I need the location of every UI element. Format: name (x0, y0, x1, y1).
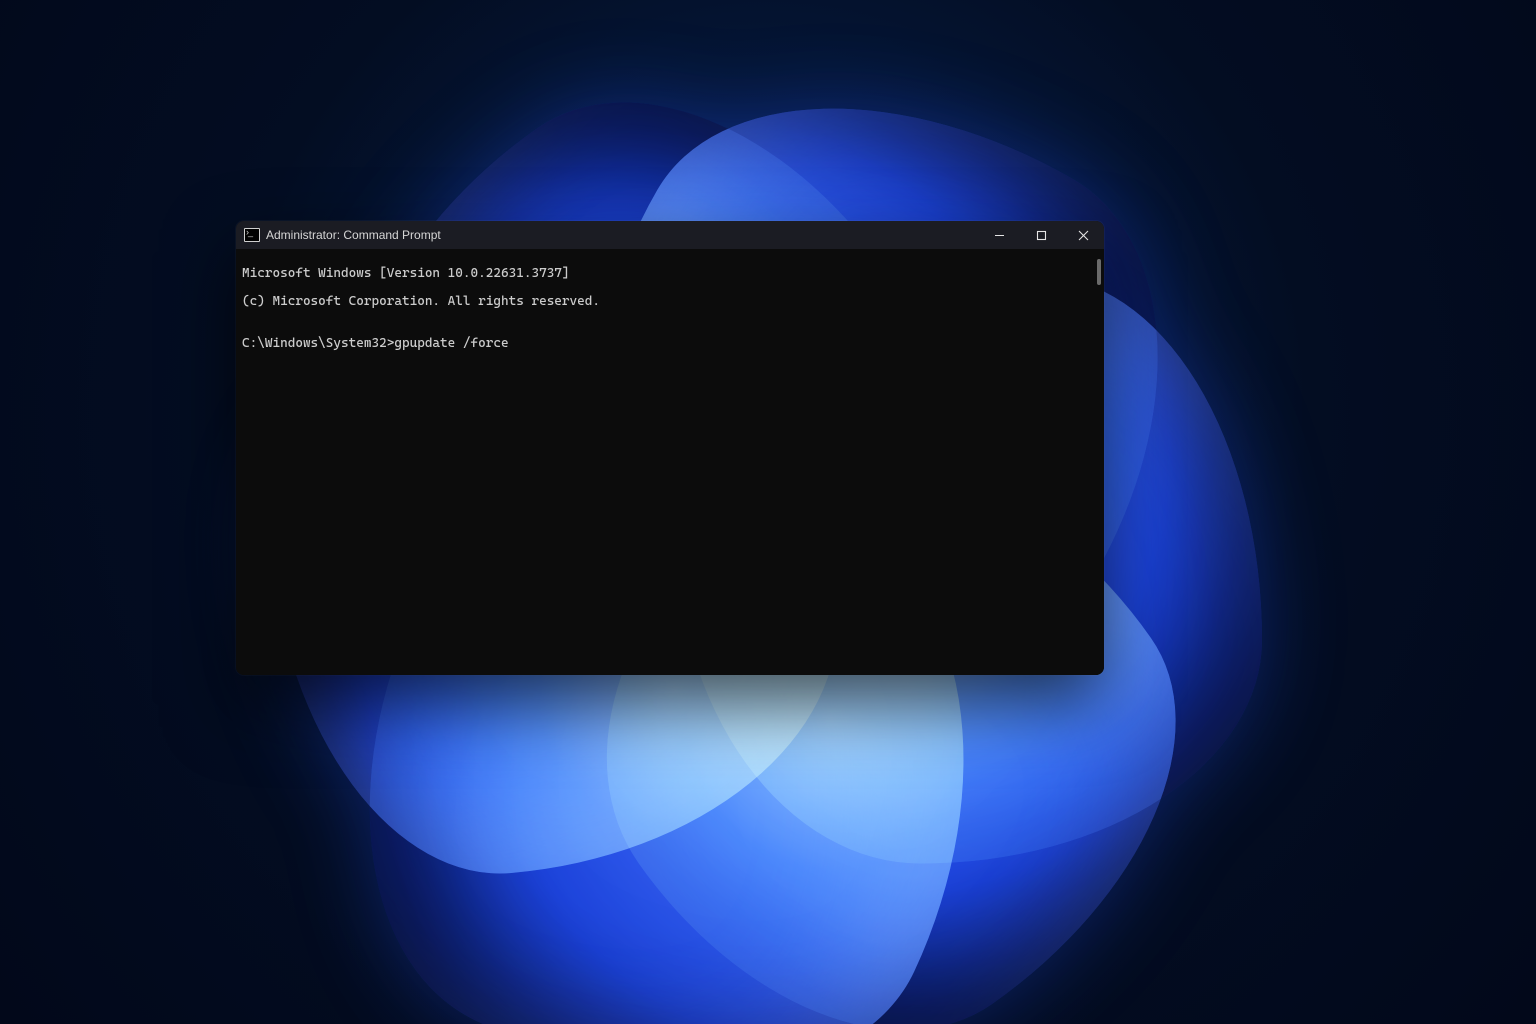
desktop-background: Administrator: Command Prompt Microsoft … (0, 0, 1536, 1024)
scrollbar-thumb[interactable] (1097, 259, 1101, 285)
close-button[interactable] (1062, 221, 1104, 249)
scrollbar[interactable] (1093, 253, 1101, 669)
window-controls (978, 221, 1104, 249)
terminal-output[interactable]: Microsoft Windows [Version 10.0.22631.37… (236, 249, 1104, 675)
minimize-button[interactable] (978, 221, 1020, 249)
banner-line-1: Microsoft Windows [Version 10.0.22631.37… (242, 267, 1096, 281)
typed-command: gpupdate /force (394, 336, 508, 351)
maximize-button[interactable] (1020, 221, 1062, 249)
maximize-icon (1036, 230, 1047, 241)
cmd-icon (244, 228, 260, 242)
close-icon (1078, 230, 1089, 241)
prompt-path: C:\Windows\System32> (242, 336, 394, 351)
title-area: Administrator: Command Prompt (244, 228, 441, 242)
titlebar[interactable]: Administrator: Command Prompt (236, 221, 1104, 249)
window-title: Administrator: Command Prompt (266, 228, 441, 242)
prompt-line: C:\Windows\System32>gpupdate /force (242, 337, 1096, 351)
minimize-icon (994, 230, 1005, 241)
banner-line-2: (c) Microsoft Corporation. All rights re… (242, 295, 1096, 309)
command-prompt-window[interactable]: Administrator: Command Prompt Microsoft … (236, 221, 1104, 675)
